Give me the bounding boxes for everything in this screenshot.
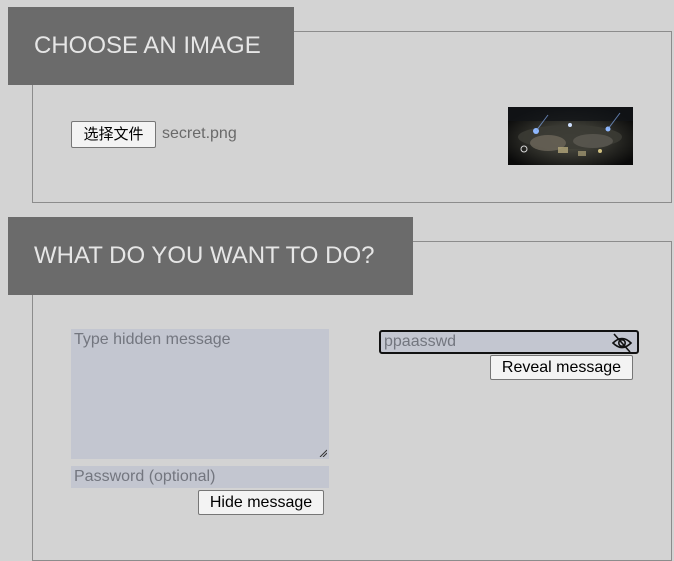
choose-image-heading: CHOOSE AN IMAGE [8,7,294,85]
password-placeholder: Password (optional) [74,468,216,485]
selected-file-name: secret.png [162,125,237,142]
reveal-password-value: ppaasswd [384,333,457,350]
hide-password-input[interactable]: Password (optional) [71,466,329,488]
reveal-message-button[interactable]: Reveal message [490,355,633,380]
thumbnail-picture [508,107,633,165]
hidden-message-textarea[interactable]: Type hidden message [71,329,329,459]
choose-file-button[interactable]: 选择文件 [71,121,156,148]
reveal-password-input[interactable]: ppaasswd [379,330,639,354]
resize-handle-icon[interactable] [319,449,327,457]
image-preview-thumbnail [508,107,633,165]
hide-message-button[interactable]: Hide message [198,490,324,515]
message-placeholder: Type hidden message [74,331,231,348]
action-heading: WHAT DO YOU WANT TO DO? [8,217,413,295]
eye-off-icon[interactable] [611,333,633,353]
